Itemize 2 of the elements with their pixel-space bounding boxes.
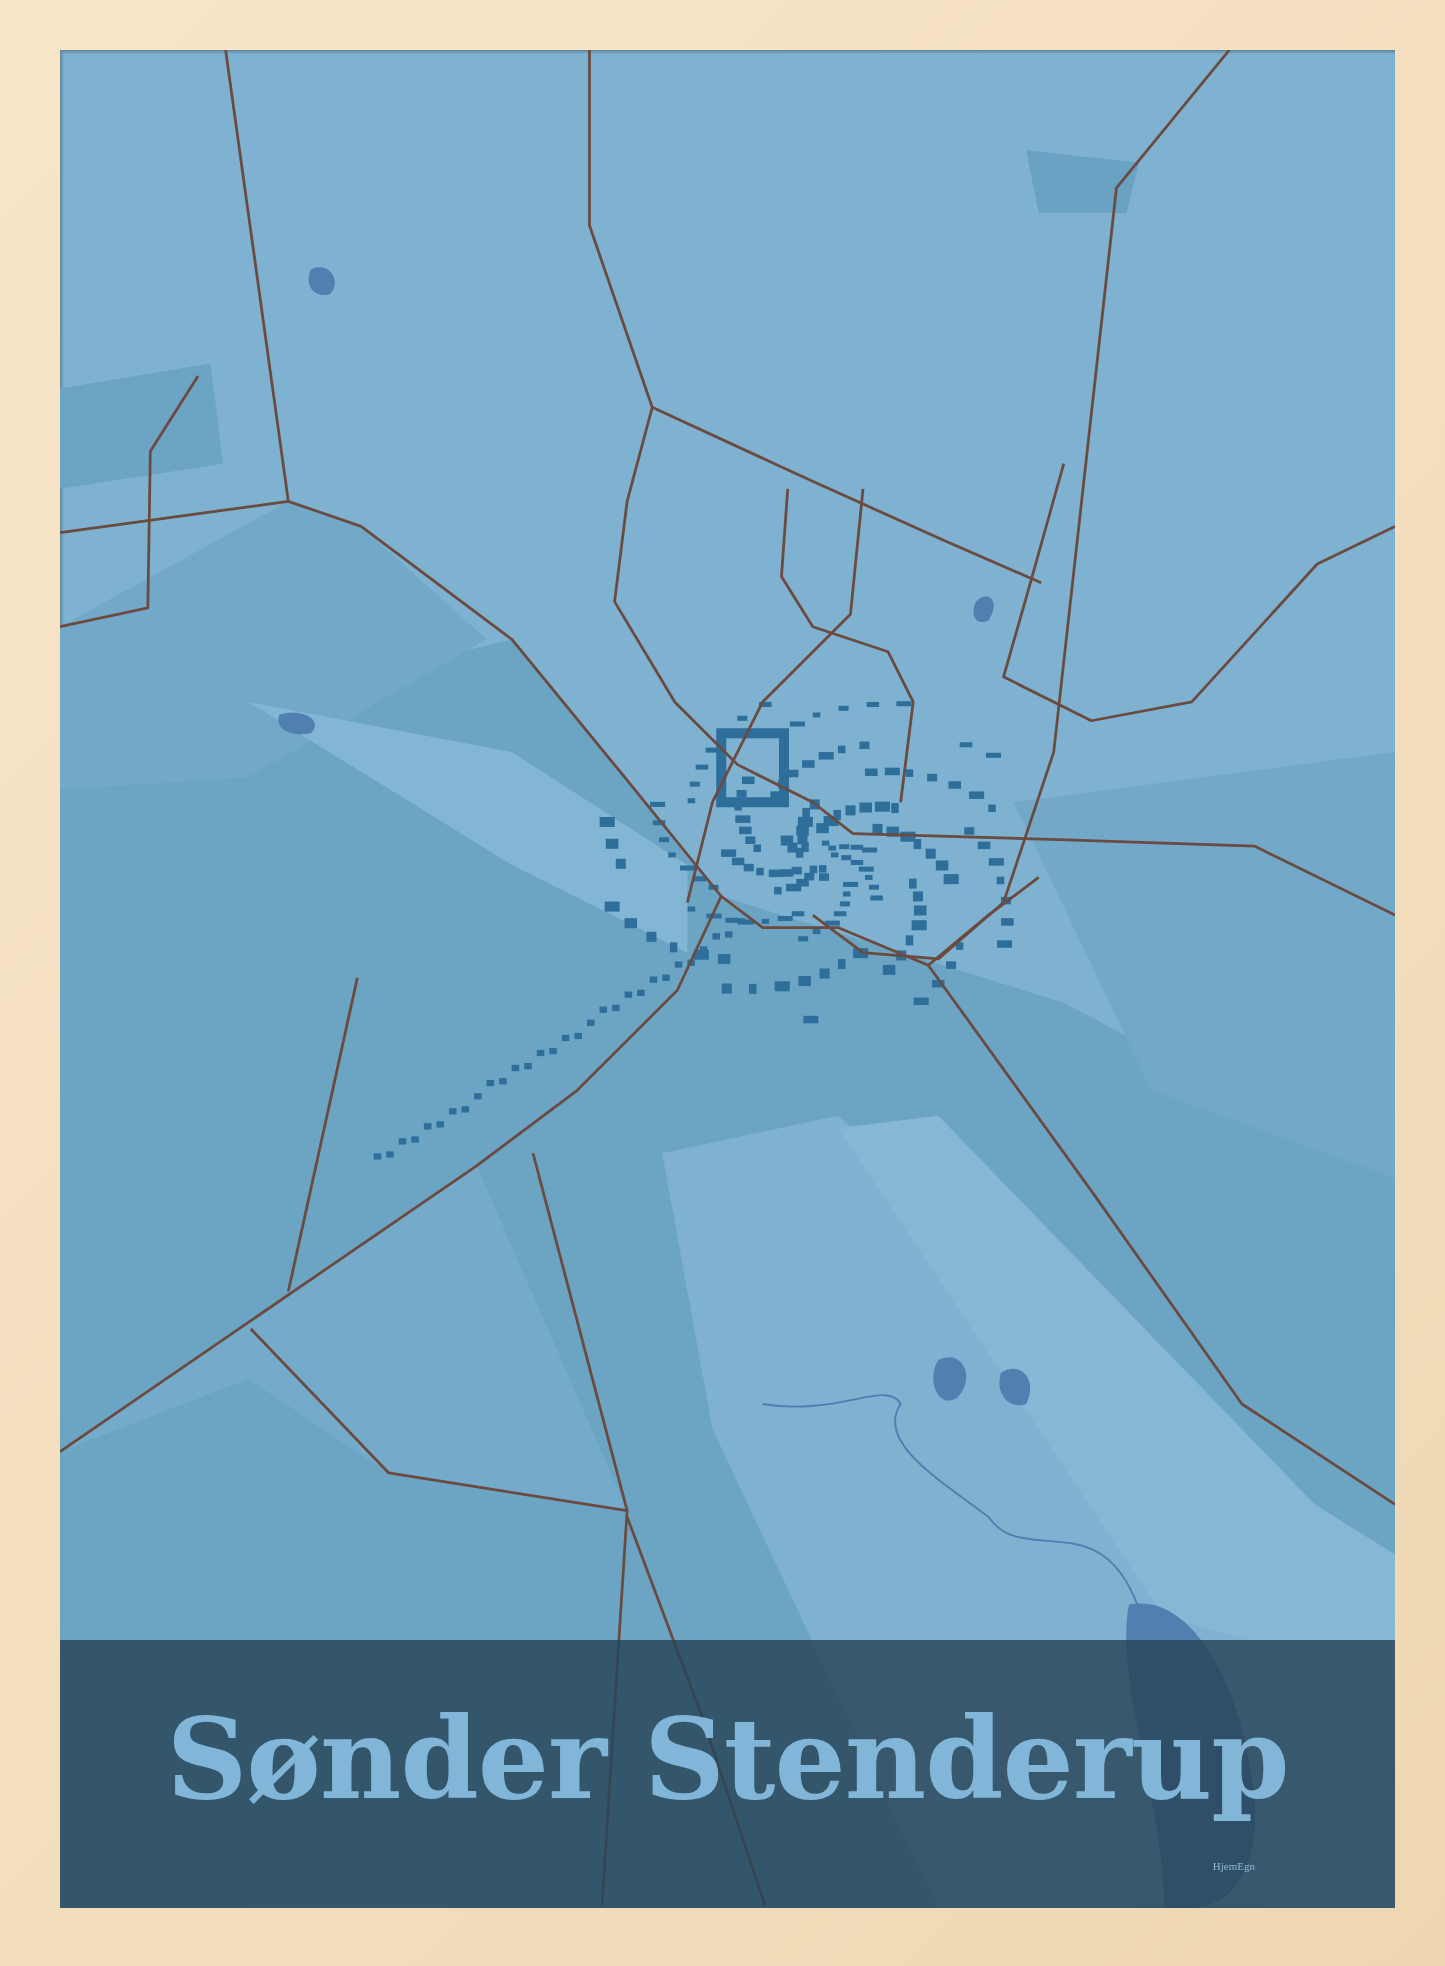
poster-title: Sønder Stenderup [165, 1692, 1290, 1827]
brand-logo: HjemEgn [1212, 1860, 1255, 1872]
